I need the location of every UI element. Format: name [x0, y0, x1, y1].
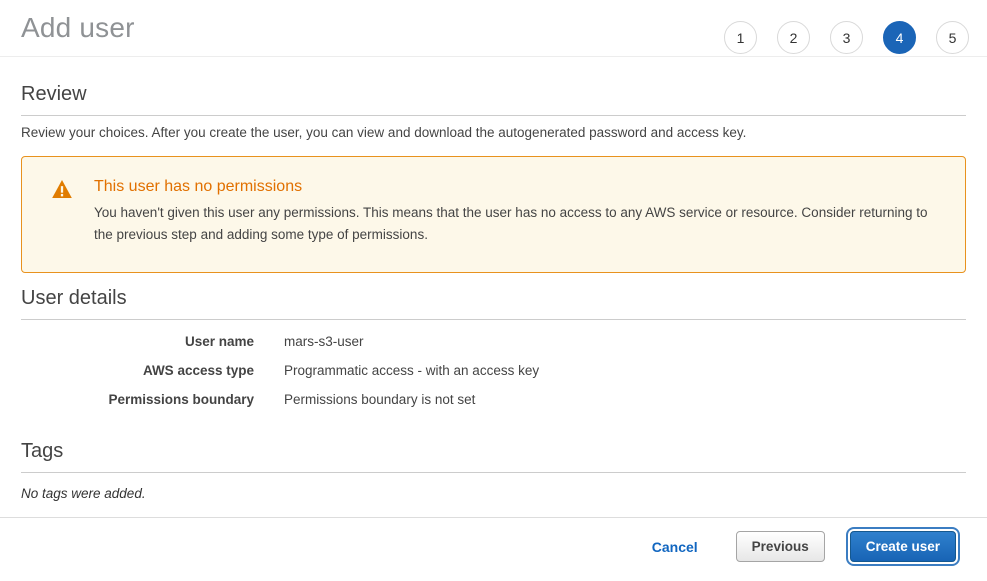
page-title: Add user: [21, 12, 135, 44]
detail-value: Programmatic access - with an access key: [284, 363, 539, 378]
user-details-heading: User details: [21, 287, 966, 320]
step-2[interactable]: 2: [777, 21, 810, 54]
user-details-section: User details User name mars-s3-user AWS …: [21, 287, 966, 414]
review-heading: Review: [21, 83, 966, 116]
wizard-header: Add user 1 2 3 4 5: [0, 0, 987, 57]
previous-button[interactable]: Previous: [736, 531, 825, 562]
detail-value: mars-s3-user: [284, 334, 364, 349]
step-4-active[interactable]: 4: [883, 21, 916, 54]
detail-label: Permissions boundary: [21, 392, 254, 407]
step-1[interactable]: 1: [724, 21, 757, 54]
detail-label: User name: [21, 334, 254, 349]
review-description: Review your choices. After you create th…: [21, 125, 966, 140]
warning-title: This user has no permissions: [94, 178, 945, 196]
warning-content: This user has no permissions You haven't…: [94, 178, 945, 246]
tags-section: Tags No tags were added.: [21, 440, 966, 501]
warning-triangle-icon: [52, 180, 72, 200]
step-indicator: 1 2 3 4 5: [704, 21, 969, 54]
create-user-button[interactable]: Create user: [850, 531, 956, 562]
step-5[interactable]: 5: [936, 21, 969, 54]
step-3[interactable]: 3: [830, 21, 863, 54]
no-permissions-warning-box: This user has no permissions You haven't…: [21, 156, 966, 273]
review-section: Review Review your choices. After you cr…: [21, 83, 966, 273]
cancel-button[interactable]: Cancel: [652, 539, 698, 555]
user-details-table: User name mars-s3-user AWS access type P…: [21, 327, 966, 414]
detail-label: AWS access type: [21, 363, 254, 378]
warning-body: You haven't given this user any permissi…: [94, 202, 945, 246]
add-user-wizard: Add user 1 2 3 4 5 Review Review your ch…: [0, 0, 987, 562]
wizard-footer: Cancel Previous Create user: [0, 517, 987, 562]
detail-row-access-type: AWS access type Programmatic access - wi…: [21, 356, 966, 385]
tags-heading: Tags: [21, 440, 966, 473]
detail-value: Permissions boundary is not set: [284, 392, 475, 407]
detail-row-permissions-boundary: Permissions boundary Permissions boundar…: [21, 385, 966, 414]
tags-empty-message: No tags were added.: [21, 486, 966, 501]
wizard-content: Review Review your choices. After you cr…: [0, 83, 987, 501]
detail-row-user-name: User name mars-s3-user: [21, 327, 966, 356]
